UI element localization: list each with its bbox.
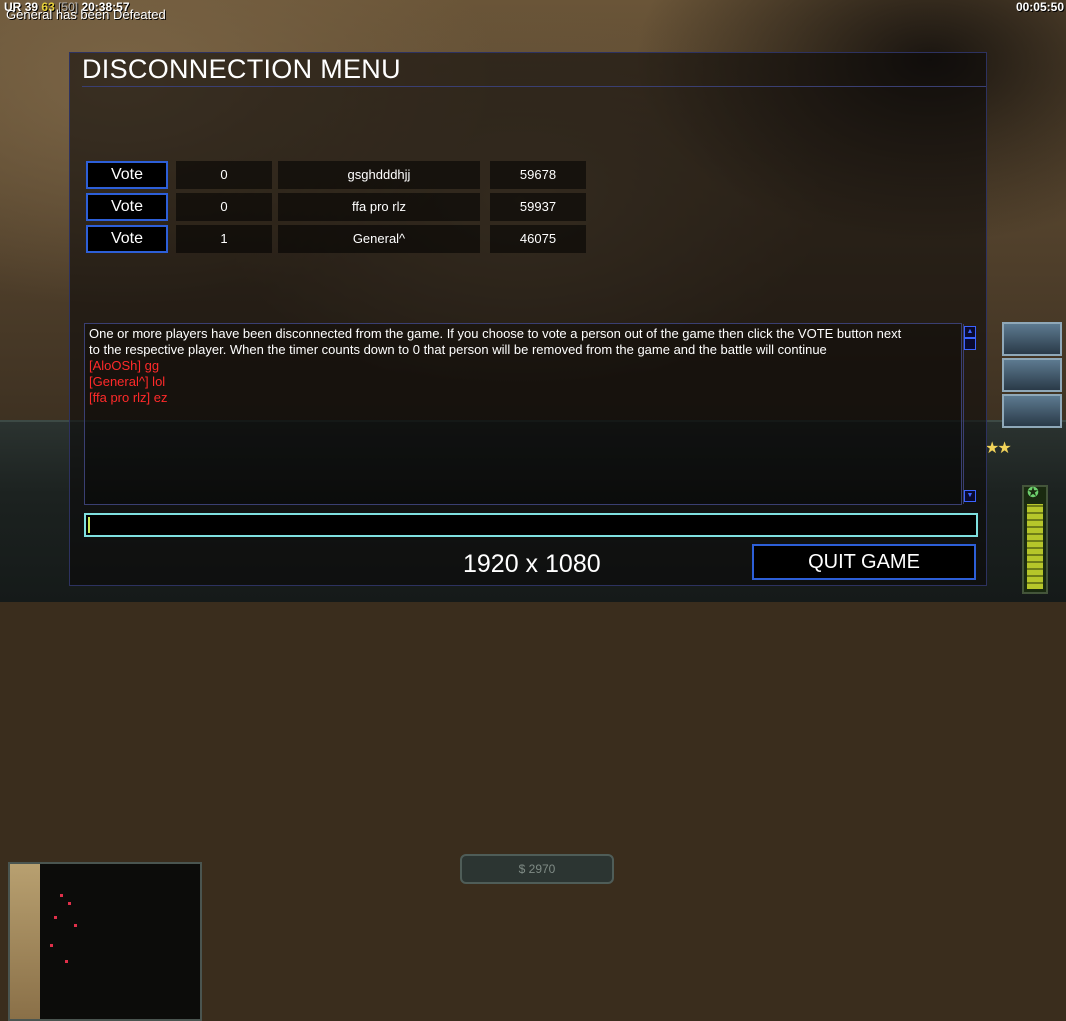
player-id: 46075	[490, 225, 586, 253]
quit-game-button[interactable]: QUIT GAME	[752, 544, 976, 580]
chat-message: [General^] lol	[89, 374, 166, 389]
chat-scrollbar[interactable]: ▲ ▼	[963, 324, 976, 504]
resolution-overlay: 1920 x 1080	[463, 550, 601, 578]
chat-log[interactable]: One or more players have been disconnect…	[84, 323, 976, 505]
minimap-unit	[65, 960, 68, 963]
chat-message: [AloOSh] gg	[89, 358, 160, 373]
network-stats: UR 39 63 [50] 20:38:57 General has been …	[4, 0, 166, 22]
player-name: ffa pro rlz	[278, 193, 480, 221]
money-counter: $ 2970	[460, 854, 614, 884]
defeat-message: General has been Defeated	[6, 7, 166, 22]
power-meter	[1022, 485, 1048, 594]
vote-count: 0	[176, 193, 272, 221]
rank-stars-icon: ★★	[985, 440, 1012, 457]
chat-message: One or more players have been disconnect…	[89, 326, 902, 341]
vote-button[interactable]: Vote	[86, 225, 168, 253]
text-caret	[88, 517, 90, 533]
chat-message: to the respective player. When the timer…	[89, 342, 827, 357]
player-name: gsghdddhjj	[278, 161, 480, 189]
minimap-unit	[68, 902, 71, 905]
scroll-thumb[interactable]	[964, 338, 976, 350]
player-name: General^	[278, 225, 480, 253]
chat-input[interactable]	[84, 513, 978, 537]
minimap-unit	[54, 916, 57, 919]
minimap-unit	[50, 944, 53, 947]
radar-icon[interactable]	[1002, 322, 1062, 356]
vote-count: 1	[176, 225, 272, 253]
scroll-up-icon[interactable]: ▲	[964, 326, 976, 338]
vote-button[interactable]: Vote	[86, 193, 168, 221]
satellite-icon[interactable]	[1002, 358, 1062, 392]
drone-icon[interactable]	[1002, 394, 1062, 428]
vote-button[interactable]: Vote	[86, 161, 168, 189]
scroll-down-icon[interactable]: ▼	[964, 490, 976, 502]
disconnection-menu: DISCONNECTION MENU Vote 0 gsghdddhjj 596…	[69, 52, 987, 586]
player-id: 59937	[490, 193, 586, 221]
minimap[interactable]	[8, 862, 202, 1021]
minimap-unit	[74, 924, 77, 927]
power-meter-fill	[1027, 504, 1043, 589]
vote-count: 0	[176, 161, 272, 189]
menu-title: DISCONNECTION MENU	[82, 53, 986, 87]
chat-message: [ffa pro rlz] ez	[89, 390, 168, 405]
game-timer: 00:05:50	[1015, 0, 1064, 14]
minimap-unit	[60, 894, 63, 897]
minimap-terrain	[10, 864, 40, 1019]
power-star-icon: ✪	[1027, 484, 1039, 500]
player-id: 59678	[490, 161, 586, 189]
chat-messages: One or more players have been disconnect…	[89, 326, 961, 406]
